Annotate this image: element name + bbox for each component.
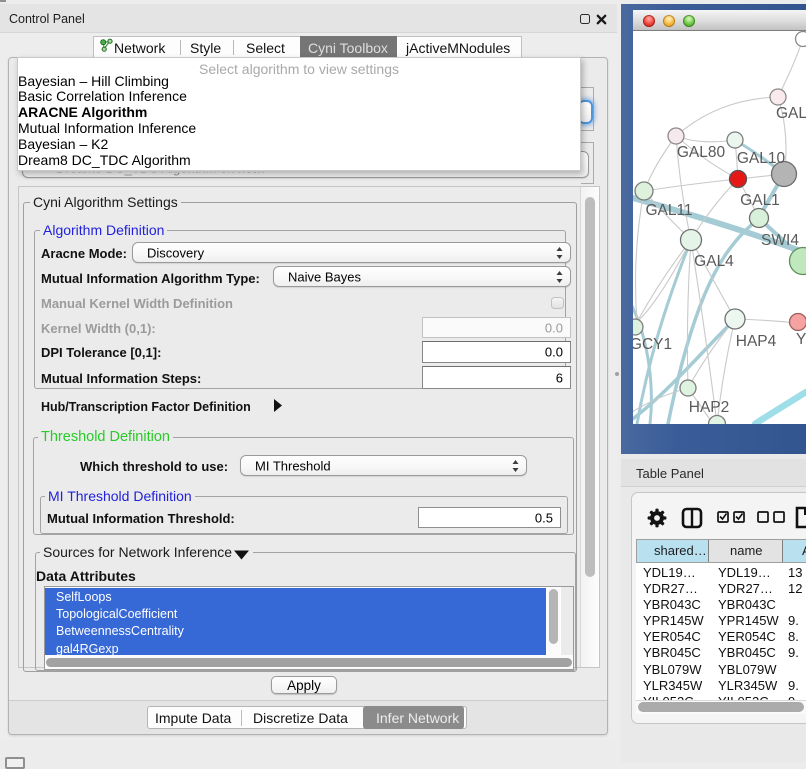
svg-text:SWI4: SWI4 xyxy=(761,232,799,249)
svg-text:GAL10: GAL10 xyxy=(737,150,786,167)
svg-text:GAL80: GAL80 xyxy=(677,144,726,161)
svg-text:HAP2: HAP2 xyxy=(689,399,730,416)
svg-text:GAL11: GAL11 xyxy=(645,202,692,219)
svg-text:GAL7: GAL7 xyxy=(776,105,806,122)
svg-text:GCY1: GCY1 xyxy=(633,336,672,353)
svg-text:GAL1: GAL1 xyxy=(740,192,780,209)
svg-text:HAP4: HAP4 xyxy=(736,333,777,350)
svg-text:GAL4: GAL4 xyxy=(694,253,734,270)
svg-text:Y: Y xyxy=(796,331,806,348)
